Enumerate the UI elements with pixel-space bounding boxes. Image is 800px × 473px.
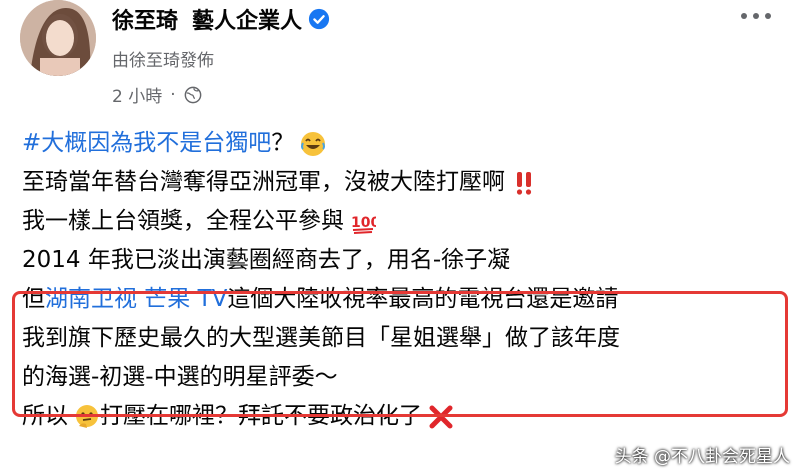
post-time[interactable]: 2 小時 (112, 82, 162, 107)
double-exclamation-icon (516, 171, 532, 195)
hundred-points-emoji-icon: 100 (351, 215, 376, 234)
laughing-emoji-icon (301, 131, 326, 156)
post-text-4: 2014 年我已淡出演藝圈經商去了，用名-徐子凝 (22, 247, 511, 273)
more-options-button[interactable] (734, 4, 778, 28)
post-text-3: 我一樣上台領獎，全程公平參與 (22, 208, 344, 234)
post-line-4: 2014 年我已淡出演藝圈經商去了，用名-徐子凝 (22, 241, 782, 280)
post-text-2: 至琦當年替台灣奪得亞洲冠軍，沒被大陸打壓啊 (22, 169, 505, 195)
byline[interactable]: 由徐至琦發佈 (112, 46, 214, 71)
globe-icon (184, 86, 202, 103)
meta-separator: · (170, 84, 176, 105)
author-role[interactable]: 藝人企業人 (192, 3, 302, 35)
post-line-3: 我一樣上台領獎，全程公平參與 100 (22, 202, 782, 241)
verified-badge-icon (308, 8, 330, 30)
post-meta: 2 小時 · (112, 82, 202, 107)
highlight-box (12, 291, 788, 417)
post-header: 徐至琦 藝人企業人 由徐至琦發佈 2 小時 · (0, 0, 800, 120)
post-line-2: 至琦當年替台灣奪得亞洲冠軍，沒被大陸打壓啊 (22, 163, 782, 202)
watermark: 头条 @不八卦会死星人 (614, 447, 790, 467)
hashtag-link[interactable]: #大概因為我不是台獨吧 (22, 124, 271, 163)
avatar[interactable] (20, 0, 96, 76)
author-name[interactable]: 徐至琦 (112, 3, 178, 35)
author-line: 徐至琦 藝人企業人 (112, 4, 330, 34)
hashtag-tail: ？ (271, 130, 295, 156)
post-line-1: #大概因為我不是台獨吧 ？ (22, 124, 782, 163)
